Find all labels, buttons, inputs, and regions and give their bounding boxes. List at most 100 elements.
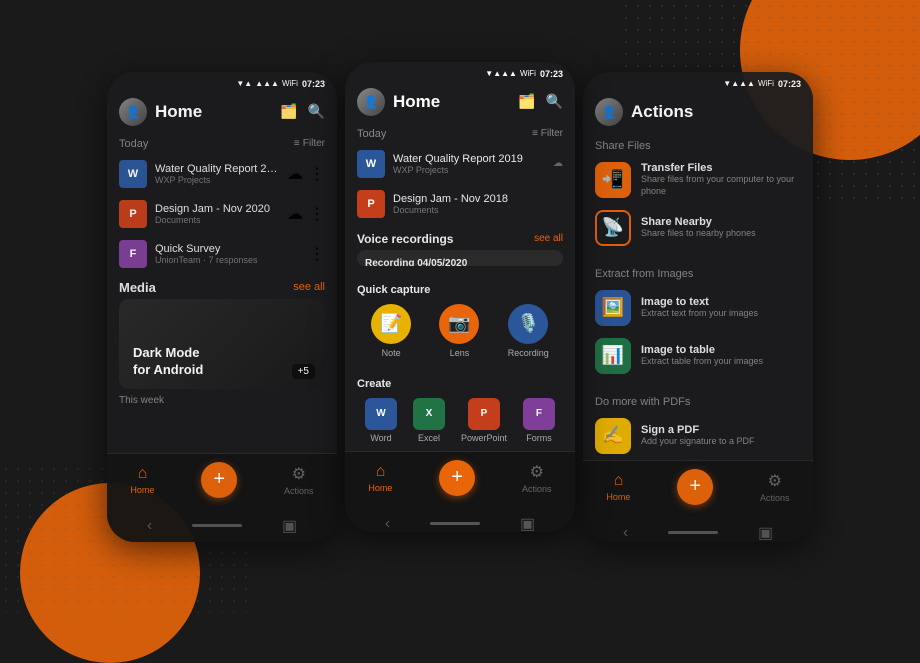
see-all-media-left[interactable]: see all	[293, 281, 325, 293]
more-icon-2-left[interactable]: ⋮	[309, 244, 325, 264]
home-icon-right: ⌂	[614, 472, 624, 490]
action-image-table-right[interactable]: 📊 Image to table Extract table from your…	[583, 332, 813, 380]
voice-recordings-label-middle: Voice recordings	[357, 232, 453, 246]
status-bar-left: ▼▲ ▲▲▲ WiFi 07:23	[107, 72, 337, 92]
actions-icon-right: ⚙	[768, 471, 782, 491]
action-image-text-right[interactable]: 🖼️ Image to text Extract text from your …	[583, 284, 813, 332]
home-indicator-middle	[430, 522, 480, 525]
time-right: 07:23	[778, 79, 801, 89]
action-transfer-right[interactable]: 📲 Transfer Files Share files from your c…	[583, 156, 813, 204]
today-label-left: Today	[119, 138, 148, 150]
nav-fab-middle[interactable]: +	[439, 460, 475, 496]
file-item-0-left[interactable]: W Water Quality Report 2021 WXP Projects…	[107, 154, 337, 194]
status-icons-middle: ▼▲▲▲ WiFi	[485, 69, 536, 78]
status-icons-left: ▼▲ ▲▲▲ WiFi	[236, 79, 298, 88]
action-info-img-table-right: Image to table Extract table from your i…	[641, 344, 801, 368]
filter-button-left[interactable]: ≡ Filter	[294, 138, 325, 149]
recording-card-middle[interactable]: Recording 04/05/2020 Just now · OneDrive…	[357, 250, 563, 266]
quick-capture-label-middle: Quick capture	[345, 278, 575, 300]
bottom-nav-right: ⌂ Home + ⚙ Actions	[583, 460, 813, 519]
actions-label-middle: Actions	[522, 484, 552, 494]
more-icon-0-left[interactable]: ⋮	[309, 164, 325, 184]
file-info-1-left: Design Jam - Nov 2020 Documents	[155, 203, 279, 225]
action-info-img-text-right: Image to text Extract text from your ima…	[641, 296, 801, 320]
create-excel-middle[interactable]: X Excel	[413, 398, 445, 443]
recent-apps-right[interactable]: ▣	[758, 523, 773, 542]
note-icon-middle: 📝	[371, 304, 411, 344]
app-header-right: 👤 Actions	[583, 92, 813, 132]
actions-icon-middle: ⚙	[530, 462, 544, 482]
page-title-middle: Home	[393, 92, 518, 112]
file-sub-0-middle: WXP Projects	[393, 165, 545, 175]
gesture-bar-middle: ‹ ▣	[345, 510, 575, 532]
media-header-left: Media see all	[107, 274, 337, 299]
recent-apps-left[interactable]: ▣	[282, 516, 297, 536]
page-title-right: Actions	[631, 102, 801, 122]
word-icon-middle: W	[365, 398, 397, 430]
back-arrow-middle[interactable]: ‹	[385, 515, 390, 532]
file-item-1-middle[interactable]: P Design Jam - Nov 2018 Documents	[345, 184, 575, 224]
search-icon-middle[interactable]: 🔍	[546, 93, 563, 110]
today-label-middle: Today	[357, 128, 386, 140]
file-name-1-left: Design Jam - Nov 2020	[155, 203, 279, 215]
status-bar-right: ▼▲▲▲ WiFi 07:23	[583, 72, 813, 92]
create-word-middle[interactable]: W Word	[365, 398, 397, 443]
nav-actions-right[interactable]: ⚙ Actions	[760, 471, 790, 503]
back-arrow-left[interactable]: ‹	[147, 517, 152, 535]
share-nearby-desc-right: Share files to nearby phones	[641, 228, 801, 240]
extract-label-right: Extract from Images	[583, 260, 813, 284]
app-header-middle: 👤 Home 🗂️ 🔍	[345, 82, 575, 122]
img-text-name-right: Image to text	[641, 296, 801, 308]
back-arrow-right[interactable]: ‹	[623, 524, 628, 542]
phone-right: ▼▲▲▲ WiFi 07:23 👤 Actions Share Files 📲 …	[583, 72, 813, 542]
header-icons-left: 🗂️ 🔍	[280, 103, 325, 120]
status-icons-right: ▼▲▲▲ WiFi	[723, 79, 774, 88]
capture-lens-middle[interactable]: 📷 Lens	[439, 304, 479, 358]
forms-label-middle: Forms	[526, 433, 552, 443]
nav-home-middle[interactable]: ⌂ Home	[368, 463, 392, 493]
today-section-left: Today ≡ Filter	[107, 132, 337, 154]
file-actions-1-left: ☁ ⋮	[287, 204, 325, 224]
home-icon-left: ⌂	[138, 465, 148, 483]
create-forms-middle[interactable]: F Forms	[523, 398, 555, 443]
recent-apps-middle[interactable]: ▣	[520, 514, 535, 532]
create-label-middle: Create	[345, 374, 575, 394]
folder-icon-left[interactable]: 🗂️	[280, 103, 297, 120]
phone-middle: ▼▲▲▲ WiFi 07:23 👤 Home 🗂️ 🔍 Today ≡ Filt…	[345, 62, 575, 532]
capture-note-middle[interactable]: 📝 Note	[371, 304, 411, 358]
nav-actions-middle[interactable]: ⚙ Actions	[522, 462, 552, 494]
excel-icon-middle: X	[413, 398, 445, 430]
nav-fab-right[interactable]: +	[677, 469, 713, 505]
see-all-voice-middle[interactable]: see all	[534, 233, 563, 244]
nav-home-right[interactable]: ⌂ Home	[606, 472, 630, 502]
file-item-1-left[interactable]: P Design Jam - Nov 2020 Documents ☁ ⋮	[107, 194, 337, 234]
recording-title-middle: Recording 04/05/2020	[365, 258, 555, 266]
nav-actions-left[interactable]: ⚙ Actions	[284, 464, 314, 496]
file-icon-word-middle: W	[357, 150, 385, 178]
file-item-2-left[interactable]: F Quick Survey UnionTeam · 7 responses ⋮	[107, 234, 337, 274]
avatar-left: 👤	[119, 98, 147, 126]
img-text-desc-right: Extract text from your images	[641, 308, 801, 320]
gesture-bar-right: ‹ ▣	[583, 519, 813, 542]
time-middle: 07:23	[540, 69, 563, 79]
file-actions-0-left: ☁ ⋮	[287, 164, 325, 184]
create-ppt-middle[interactable]: P PowerPoint	[461, 398, 507, 443]
capture-recording-middle[interactable]: 🎙️ Recording	[508, 304, 549, 358]
cloud-icon-1-left: ☁	[287, 204, 303, 224]
filter-button-middle[interactable]: ≡ Filter	[532, 128, 563, 139]
nav-home-left[interactable]: ⌂ Home	[130, 465, 154, 495]
more-icon-1-left[interactable]: ⋮	[309, 204, 325, 224]
image-text-icon-right: 🖼️	[595, 290, 631, 326]
img-table-desc-right: Extract table from your images	[641, 356, 801, 368]
ppt-icon-middle: P	[468, 398, 500, 430]
action-sign-pdf-right[interactable]: ✍️ Sign a PDF Add your signature to a PD…	[583, 412, 813, 460]
media-preview-left[interactable]: Dark Mode for Android +5	[119, 299, 325, 389]
folder-icon-middle[interactable]: 🗂️	[518, 93, 535, 110]
bottom-nav-middle: ⌂ Home + ⚙ Actions	[345, 451, 575, 510]
file-item-0-middle[interactable]: W Water Quality Report 2019 WXP Projects…	[345, 144, 575, 184]
nav-fab-left[interactable]: +	[201, 462, 237, 498]
file-info-0-middle: Water Quality Report 2019 WXP Projects	[393, 153, 545, 175]
search-icon-left[interactable]: 🔍	[308, 103, 325, 120]
pdf-label-right: Do more with PDFs	[583, 388, 813, 412]
action-share-nearby-right[interactable]: 📡 Share Nearby Share files to nearby pho…	[583, 204, 813, 252]
